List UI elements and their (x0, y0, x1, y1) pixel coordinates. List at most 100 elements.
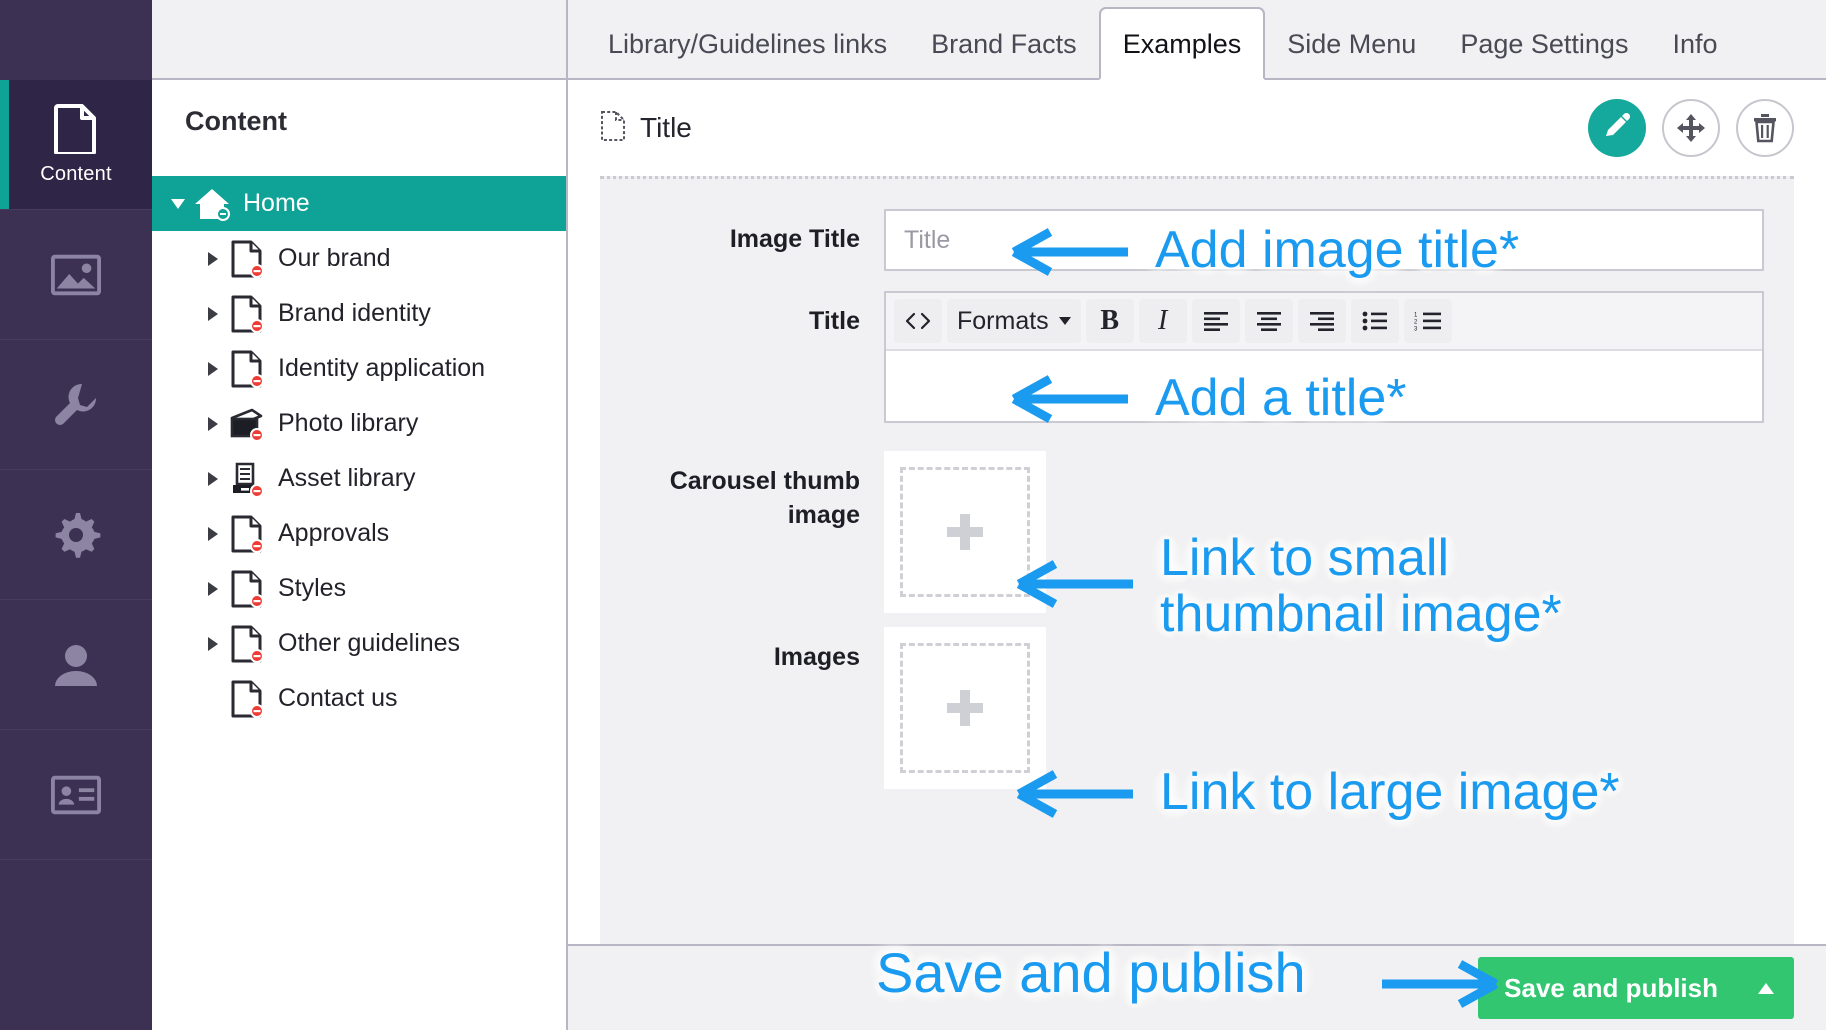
document-icon (51, 103, 101, 154)
images-label: Images (773, 643, 860, 671)
form-wrapper: Image Title Title Title Formats B I 1 2 … (568, 176, 1826, 944)
chevron-right-icon[interactable] (200, 251, 226, 266)
form-row-carousel-thumb: Carousel thumb image (600, 451, 1794, 613)
tree-node-brand-identity[interactable]: Brand identity (152, 286, 566, 341)
tree-node-identity-application[interactable]: Identity application (152, 341, 566, 396)
document-outline-icon (600, 110, 626, 147)
chevron-right-icon[interactable] (200, 471, 226, 486)
chevron-down-icon[interactable] (165, 198, 191, 209)
tree-node-label: Photo library (278, 409, 419, 437)
document-header: Title (568, 80, 1826, 176)
wrench-icon (51, 380, 101, 430)
source-code-button[interactable] (894, 299, 942, 343)
images-add-button[interactable] (900, 643, 1030, 773)
tree-node-approvals[interactable]: Approvals (152, 506, 566, 561)
user-icon (51, 640, 101, 690)
plus-icon (947, 514, 983, 550)
tab-info[interactable]: Info (1650, 31, 1739, 78)
footer-bar: Save and publish (568, 944, 1826, 1030)
tree-node-photo-library[interactable]: Photo library (152, 396, 566, 451)
tree-node-our-brand[interactable]: Our brand (152, 231, 566, 286)
edit-button[interactable] (1588, 99, 1646, 157)
document-icon (226, 679, 268, 719)
tab-side-menu[interactable]: Side Menu (1265, 31, 1438, 78)
move-button[interactable] (1662, 99, 1720, 157)
title-field-wrap: Formats B I 1 2 3 (884, 291, 1764, 423)
bold-button[interactable]: B (1085, 299, 1134, 343)
tree-node-label: Contact us (278, 684, 398, 712)
pencil-icon (1606, 113, 1631, 136)
rich-text-body[interactable] (886, 351, 1762, 421)
plus-icon (947, 690, 983, 726)
app-root: Content Content Home Our brand Brand ide… (0, 0, 1826, 1030)
tab-examples[interactable]: Examples (1098, 7, 1266, 80)
document-header-title: Title (640, 112, 692, 143)
italic-button[interactable]: I (1138, 299, 1187, 343)
tree-node-label: Home (243, 189, 310, 217)
svg-text:1: 1 (1414, 312, 1418, 318)
move-arrows-icon (1677, 114, 1705, 142)
left-icon-rail: Content (0, 0, 152, 1030)
tree-node-label: Approvals (278, 519, 390, 547)
chevron-right-icon[interactable] (200, 636, 226, 651)
file-cabinet-icon (226, 459, 268, 499)
rail-item-label: Content (40, 162, 112, 185)
chevron-right-icon[interactable] (200, 581, 226, 596)
chevron-right-icon[interactable] (200, 361, 226, 376)
caret-up-icon[interactable] (1758, 982, 1774, 994)
title-label: Title (809, 307, 860, 335)
bold-glyph: B (1100, 305, 1120, 336)
numbered-list-icon: 1 23 (1414, 312, 1441, 331)
form-row-title: Title Formats B I 1 2 3 (600, 291, 1794, 423)
carousel-thumb-add-button[interactable] (900, 467, 1030, 597)
tab-bar: Library/Guidelines links Brand Facts Exa… (568, 0, 1826, 80)
carousel-thumb-label: Carousel thumb image (654, 451, 884, 613)
rich-text-toolbar: Formats B I 1 2 3 (886, 293, 1762, 351)
tree-node-label: Identity application (278, 354, 486, 382)
rail-item-users[interactable] (0, 600, 152, 730)
code-brackets-icon (905, 312, 931, 330)
tree-node-other-guidelines[interactable]: Other guidelines (152, 616, 566, 671)
rail-item-content[interactable]: Content (0, 80, 152, 210)
tree-node-label: Other guidelines (278, 629, 461, 657)
delete-button[interactable] (1736, 99, 1794, 157)
document-icon (226, 624, 268, 664)
rail-item-settings[interactable] (0, 470, 152, 600)
tab-library-guidelines-links[interactable]: Library/Guidelines links (586, 31, 909, 78)
chevron-right-icon[interactable] (200, 416, 226, 431)
save-and-publish-button[interactable]: Save and publish (1478, 957, 1794, 1019)
chevron-down-icon (1058, 317, 1071, 325)
carousel-thumb-label-line2: image (787, 500, 860, 529)
align-center-button[interactable] (1244, 299, 1293, 343)
tree-node-contact-us[interactable]: Contact us (152, 671, 566, 726)
rail-item-members[interactable] (0, 730, 152, 860)
align-right-button[interactable] (1297, 299, 1346, 343)
carousel-thumb-media-box (884, 451, 1046, 613)
tab-brand-facts[interactable]: Brand Facts (909, 31, 1099, 78)
svg-text:3: 3 (1414, 327, 1418, 331)
images-media-box (884, 627, 1046, 789)
tree-node-asset-library[interactable]: Asset library (152, 451, 566, 506)
carousel-thumb-field-wrap (884, 451, 1764, 613)
numbered-list-button[interactable]: 1 23 (1403, 299, 1452, 343)
tree-node-home[interactable]: Home (152, 176, 566, 231)
tree-node-label: Our brand (278, 244, 391, 272)
bullet-list-button[interactable] (1350, 299, 1399, 343)
image-title-input[interactable]: Title (884, 209, 1764, 271)
document-header-actions (1588, 99, 1794, 157)
tree-node-label: Brand identity (278, 299, 431, 327)
align-left-button[interactable] (1191, 299, 1240, 343)
svg-text:2: 2 (1414, 320, 1418, 326)
tab-page-settings[interactable]: Page Settings (1438, 31, 1650, 78)
photo-stack-icon (226, 404, 268, 444)
rail-item-settings-tools[interactable] (0, 340, 152, 470)
rail-item-media[interactable] (0, 210, 152, 340)
chevron-right-icon[interactable] (200, 526, 226, 541)
italic-glyph: I (1158, 305, 1168, 336)
tree-node-label: Styles (278, 574, 347, 602)
chevron-right-icon[interactable] (200, 306, 226, 321)
formats-dropdown[interactable]: Formats (947, 299, 1081, 343)
main-area: Library/Guidelines links Brand Facts Exa… (568, 0, 1826, 1030)
tree-node-styles[interactable]: Styles (152, 561, 566, 616)
content-tree-list: Home Our brand Brand identity Identity a… (152, 176, 566, 1030)
